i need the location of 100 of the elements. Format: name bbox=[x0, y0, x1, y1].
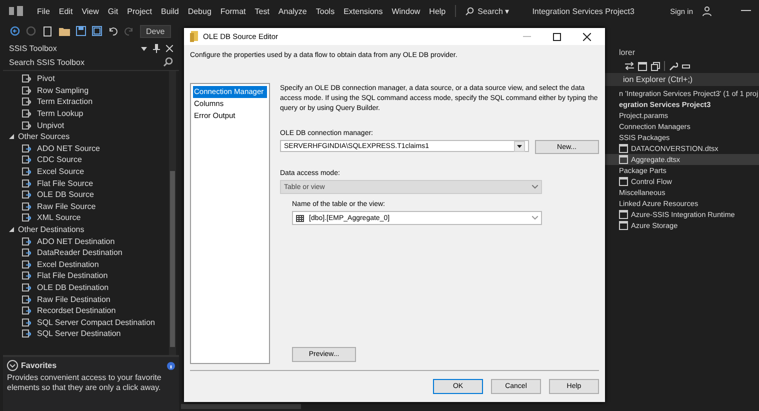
close-icon[interactable] bbox=[583, 32, 591, 40]
solution-title: Integration Services Project3 bbox=[532, 6, 634, 16]
scrollbar[interactable] bbox=[181, 404, 301, 409]
file-icon bbox=[619, 155, 628, 164]
panel-title: SSIS Toolbox bbox=[9, 44, 57, 53]
toolbox-item[interactable]: Recordset Destination bbox=[37, 306, 116, 316]
menu-item[interactable]: Test bbox=[254, 6, 270, 16]
menu-item[interactable]: Build bbox=[161, 6, 179, 16]
toolbox-item[interactable]: ADO NET Destination bbox=[37, 236, 115, 246]
window-icon[interactable] bbox=[638, 62, 647, 70]
menu-item[interactable]: File bbox=[37, 6, 50, 16]
toolbox-item[interactable]: DataReader Destination bbox=[37, 248, 122, 258]
toolbox-item[interactable]: Row Sampling bbox=[37, 86, 89, 95]
menu-item[interactable]: Edit bbox=[58, 6, 73, 16]
menu-item[interactable]: Extensions bbox=[344, 6, 383, 16]
component-icon bbox=[22, 294, 31, 304]
toolbox-item[interactable]: SQL Server Destination bbox=[37, 329, 121, 338]
back-icon[interactable] bbox=[10, 26, 20, 36]
search-icon bbox=[163, 57, 173, 67]
minimize-icon[interactable] bbox=[741, 10, 751, 12]
scrollbar[interactable] bbox=[169, 71, 176, 355]
toolbox-item[interactable]: Flat File Source bbox=[37, 178, 94, 188]
component-icon bbox=[22, 248, 31, 258]
toolbox-item[interactable]: OLE DB Destination bbox=[37, 282, 109, 292]
menu-item[interactable]: Analyze bbox=[278, 6, 307, 16]
menu-item[interactable]: Tools bbox=[316, 6, 335, 16]
dialog-icon bbox=[190, 31, 199, 42]
component-icon bbox=[22, 178, 31, 188]
toolbox-item[interactable]: Excel Destination bbox=[37, 260, 99, 269]
toolbox-item[interactable]: ADO NET Source bbox=[37, 144, 100, 153]
file-icon bbox=[619, 144, 628, 153]
menu-item[interactable]: Project bbox=[127, 6, 152, 16]
file-icon bbox=[619, 177, 628, 186]
component-icon bbox=[22, 74, 31, 84]
maximize-icon[interactable] bbox=[553, 32, 561, 40]
toolbox-item[interactable]: OLE DB Source bbox=[37, 190, 94, 200]
group-header[interactable]: Other Destinations bbox=[18, 225, 84, 234]
save-all-icon[interactable] bbox=[92, 26, 102, 36]
collapse-icon[interactable] bbox=[7, 360, 18, 371]
component-icon bbox=[22, 236, 31, 246]
person-icon[interactable] bbox=[702, 6, 712, 16]
component-icon bbox=[22, 202, 31, 211]
component-icon bbox=[22, 190, 31, 200]
toolbox-item[interactable]: Excel Source bbox=[37, 167, 84, 176]
component-icon bbox=[22, 167, 31, 176]
undo-icon[interactable] bbox=[108, 26, 118, 36]
toolbox-item[interactable]: Flat File Destination bbox=[37, 271, 108, 280]
component-icon bbox=[22, 109, 31, 118]
toolbox-item[interactable]: SQL Server Compact Destination bbox=[37, 318, 155, 327]
configuration-dropdown[interactable]: Deve bbox=[140, 24, 171, 38]
menu-item[interactable]: Format bbox=[220, 6, 246, 16]
expanded-arrow-icon[interactable] bbox=[9, 134, 14, 140]
search-field[interactable]: ion Explorer (Ctrl+;) bbox=[605, 73, 759, 86]
component-icon bbox=[22, 271, 31, 280]
menu-item[interactable]: Window bbox=[392, 6, 420, 16]
save-icon[interactable] bbox=[76, 26, 86, 36]
pin-icon[interactable] bbox=[153, 44, 160, 53]
chevron-icon bbox=[532, 216, 538, 220]
copy-icon[interactable] bbox=[651, 62, 660, 70]
file-icon bbox=[619, 210, 628, 219]
new-project-icon[interactable] bbox=[42, 26, 53, 36]
folder-icon[interactable] bbox=[59, 26, 70, 36]
toolbox-item[interactable]: Raw File Destination bbox=[37, 294, 110, 304]
toolbox-item[interactable]: Pivot bbox=[37, 74, 55, 84]
component-icon bbox=[22, 86, 31, 95]
chevron-icon bbox=[532, 185, 538, 189]
menu-item[interactable]: Debug bbox=[188, 6, 212, 16]
group-header[interactable]: Other Sources bbox=[18, 132, 70, 142]
toolbox-item[interactable]: Term Lookup bbox=[37, 109, 84, 118]
favorites-title: Favorites bbox=[21, 361, 57, 370]
component-icon bbox=[22, 120, 31, 130]
toolbox-item[interactable]: Unpivot bbox=[37, 120, 64, 130]
toolbox-item[interactable]: Term Extraction bbox=[37, 97, 93, 106]
search-icon bbox=[464, 6, 474, 16]
component-icon bbox=[22, 155, 31, 164]
component-icon bbox=[22, 97, 31, 106]
wrench-icon[interactable] bbox=[669, 62, 678, 70]
favorites-description: Provides convenient access to your favorite elements so that they are only a click away. bbox=[7, 373, 162, 393]
dropdown-icon[interactable] bbox=[141, 46, 147, 50]
info-icon[interactable] bbox=[167, 362, 175, 370]
component-icon bbox=[22, 329, 31, 338]
component-icon bbox=[22, 213, 31, 222]
file-icon bbox=[619, 221, 628, 230]
menu-item[interactable]: View bbox=[82, 6, 99, 16]
toolbox-item[interactable]: XML Source bbox=[37, 213, 81, 222]
search-button[interactable]: Search ▾ bbox=[464, 6, 510, 16]
component-icon bbox=[22, 306, 31, 316]
search-field[interactable]: Search SSIS Toolbox bbox=[9, 58, 163, 66]
sync-icon[interactable] bbox=[625, 62, 634, 70]
table-icon bbox=[296, 214, 304, 222]
menu-item[interactable]: Git bbox=[108, 6, 118, 16]
expanded-arrow-icon[interactable] bbox=[9, 227, 14, 232]
component-icon bbox=[22, 144, 31, 153]
toolbox-item[interactable]: CDC Source bbox=[37, 155, 82, 164]
menu-item[interactable]: Help bbox=[429, 6, 446, 16]
component-icon bbox=[22, 260, 31, 269]
toolbox-item[interactable]: Raw File Source bbox=[37, 202, 96, 211]
component-icon bbox=[22, 318, 31, 327]
panel-title: lorer bbox=[618, 48, 636, 59]
component-icon bbox=[22, 282, 31, 292]
